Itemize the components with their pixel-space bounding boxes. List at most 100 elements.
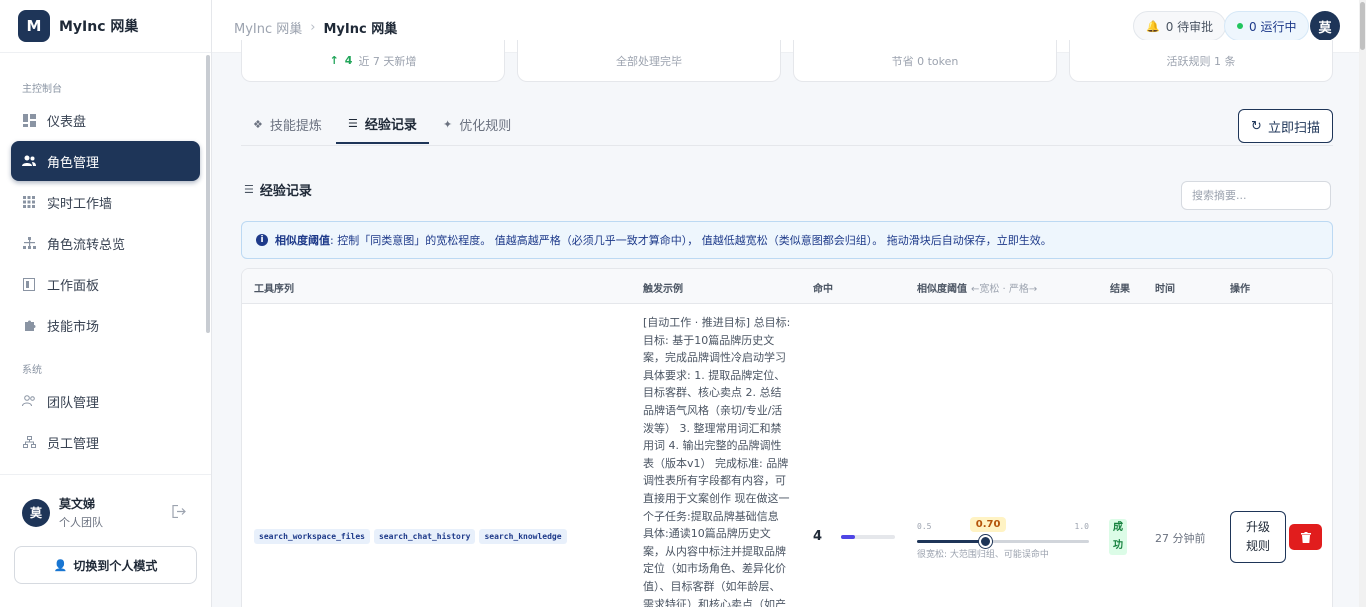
hit-count: 4 (813, 529, 823, 544)
hit-bar-fill (841, 535, 855, 539)
arrow-up-icon: ↑ (329, 54, 339, 67)
slider-track[interactable] (917, 540, 1089, 543)
stat-card-processed: 全部处理完毕 (517, 40, 781, 82)
avatar[interactable]: 莫 (22, 498, 50, 527)
user-panel: 莫 莫文娣 个人团队 👤 切换到个人模式 (0, 474, 211, 607)
scan-now-button[interactable]: ↻ 立即扫描 (1238, 109, 1333, 143)
tab-experience-log[interactable]: ☰ 经验记录 (336, 105, 429, 144)
brand-name: MyInc 网巢 (59, 19, 139, 35)
brand-logo: M (18, 10, 50, 42)
section-title-text: 经验记录 (259, 184, 312, 199)
notice-title: 相似度阈值 (275, 234, 330, 247)
tab-label: 经验记录 (364, 118, 417, 133)
notice-text: : 控制「同类意图」的宽松程度。 值越高越严格（必须几乎一致才算命中）， 值越低… (330, 234, 1052, 247)
flow-icon (22, 236, 36, 250)
stat-text: 全部处理完毕 (616, 54, 682, 68)
user-name: 莫文娣 (59, 497, 96, 511)
sidebar-item-label: 员工管理 (47, 436, 100, 452)
board-icon (22, 277, 36, 291)
sidebar-item-workwall[interactable]: 实时工作墙 (11, 182, 200, 222)
breadcrumb-root[interactable]: MyInc 网巢 (234, 18, 302, 37)
delete-button[interactable] (1289, 524, 1322, 550)
sidebar-item-team[interactable]: 团队管理 (11, 381, 200, 421)
column-header-trigger: 触发示例 (643, 284, 683, 295)
slider-fill (917, 540, 986, 543)
puzzle-icon (22, 318, 36, 332)
tab-optimize-rules[interactable]: ✦ 优化规则 (443, 105, 511, 144)
threshold-slider[interactable]: 0.5 1.0 0.70 很宽松: 大范围归组、可能误命中 (917, 517, 1089, 563)
stat-text: 活跃规则 1 条 (1166, 54, 1236, 68)
breadcrumb-current: MyInc 网巢 (323, 22, 398, 37)
sidebar-item-label: 团队管理 (47, 395, 100, 411)
threshold-notice: i 相似度阈值 : 控制「同类意图」的宽松程度。 值越高越严格（必须几乎一致才算… (241, 221, 1333, 259)
timestamp: 27 分钟前 (1155, 532, 1206, 545)
sidebar-item-dashboard[interactable]: 仪表盘 (11, 100, 200, 140)
upgrade-label: 升级规则 (1245, 520, 1270, 553)
column-header-time: 时间 (1155, 284, 1175, 295)
sidebar-item-label: 工作面板 (47, 278, 100, 294)
page-scrollbar-thumb[interactable] (1360, 2, 1365, 50)
sparkle-icon: ✦ (443, 118, 453, 131)
column-header-result: 结果 (1110, 284, 1130, 295)
tool-tag: search_workspace_files (254, 529, 370, 544)
tab-skill-extract[interactable]: ❖ 技能提炼 (253, 105, 322, 144)
sidebar-item-staff[interactable]: 员工管理 (11, 422, 200, 462)
switch-mode-button[interactable]: 👤 切换到个人模式 (14, 546, 197, 584)
column-header-tools: 工具序列 (254, 284, 294, 295)
user-icon: 👤 (53, 558, 68, 572)
section-title: ☰ 经验记录 (244, 180, 312, 199)
sidebar-item-roles[interactable]: 角色管理 (11, 141, 200, 181)
logout-icon[interactable] (172, 504, 187, 522)
page-scrollbar-track[interactable] (1359, 0, 1366, 607)
sidebar-item-board[interactable]: 工作面板 (11, 264, 200, 304)
scan-label: 立即扫描 (1267, 120, 1320, 136)
threshold-header-hint: ←宽松 · 严格→ (971, 284, 1038, 295)
team-icon (22, 394, 36, 408)
slider-value: 0.70 (969, 517, 1007, 532)
sidebar-item-label: 角色管理 (47, 155, 100, 171)
status-dot (1237, 23, 1243, 29)
trigger-example: [自动工作 · 推进目标] 总目标: 目标: 基于10篇品牌历史文案，完成品牌调… (643, 316, 791, 607)
stat-card-tokens: 节省 0 token (793, 40, 1057, 82)
stat-text: 近 7 天新增 (358, 54, 417, 68)
chevron-right-icon: › (310, 20, 316, 35)
sidebar-item-label: 实时工作墙 (47, 196, 113, 212)
experience-table: 工具序列 触发示例 命中 相似度阈值 ←宽松 · 严格→ 结果 时间 操作 sea… (241, 268, 1333, 607)
trash-icon (1300, 531, 1311, 543)
slider-min: 0.5 (917, 522, 932, 531)
stat-delta: 4 (344, 54, 353, 67)
sidebar-scrollbar[interactable] (206, 55, 210, 333)
sidebar-item-label: 仪表盘 (47, 114, 87, 130)
grid-icon (22, 195, 36, 209)
hit-bar (841, 535, 895, 539)
notes-icon: ☰ (244, 183, 254, 196)
sidebar: M MyInc 网巢 主控制台 仪表盘 角色管理 实时工作墙 角色流转总览 工作… (0, 0, 212, 607)
avatar[interactable]: 莫 (1310, 11, 1340, 41)
tab-bar: ❖ 技能提炼 ☰ 经验记录 ✦ 优化规则 (241, 105, 1333, 146)
notes-icon: ☰ (348, 117, 358, 130)
section-label-system: 系统 (22, 365, 42, 376)
sidebar-item-skills[interactable]: 技能市场 (11, 305, 200, 345)
puzzle-icon: ❖ (253, 118, 263, 131)
table-header: 工具序列 触发示例 命中 相似度阈值 ←宽松 · 严格→ 结果 时间 操作 (242, 269, 1332, 304)
running-status-badge[interactable]: 0 运行中 (1224, 11, 1310, 41)
section-label-main: 主控制台 (22, 84, 62, 95)
tool-sequence: search_workspace_files search_chat_histo… (254, 529, 571, 544)
slider-max: 1.0 (1074, 522, 1089, 531)
org-icon (22, 435, 36, 449)
pending-label: 0 待审批 (1165, 19, 1214, 34)
pending-approvals-badge[interactable]: 🔔 0 待审批 (1133, 11, 1227, 41)
upgrade-rule-button[interactable]: 升级规则 (1230, 511, 1286, 563)
result-badge: 成功 (1109, 519, 1127, 555)
stat-card-rules: 活跃规则 1 条 (1069, 40, 1333, 82)
search-input[interactable] (1181, 181, 1331, 210)
column-header-threshold: 相似度阈值 ←宽松 · 严格→ (917, 280, 1037, 295)
tab-label: 优化规则 (459, 119, 512, 134)
column-header-actions: 操作 (1230, 284, 1250, 295)
sidebar-item-flow[interactable]: 角色流转总览 (11, 223, 200, 263)
switch-mode-label: 切换到个人模式 (73, 558, 158, 573)
brand[interactable]: M MyInc 网巢 (0, 0, 211, 53)
threshold-header-label: 相似度阈值 (917, 284, 967, 295)
bell-icon: 🔔 (1146, 19, 1160, 33)
tool-tag: search_knowledge (479, 529, 567, 544)
